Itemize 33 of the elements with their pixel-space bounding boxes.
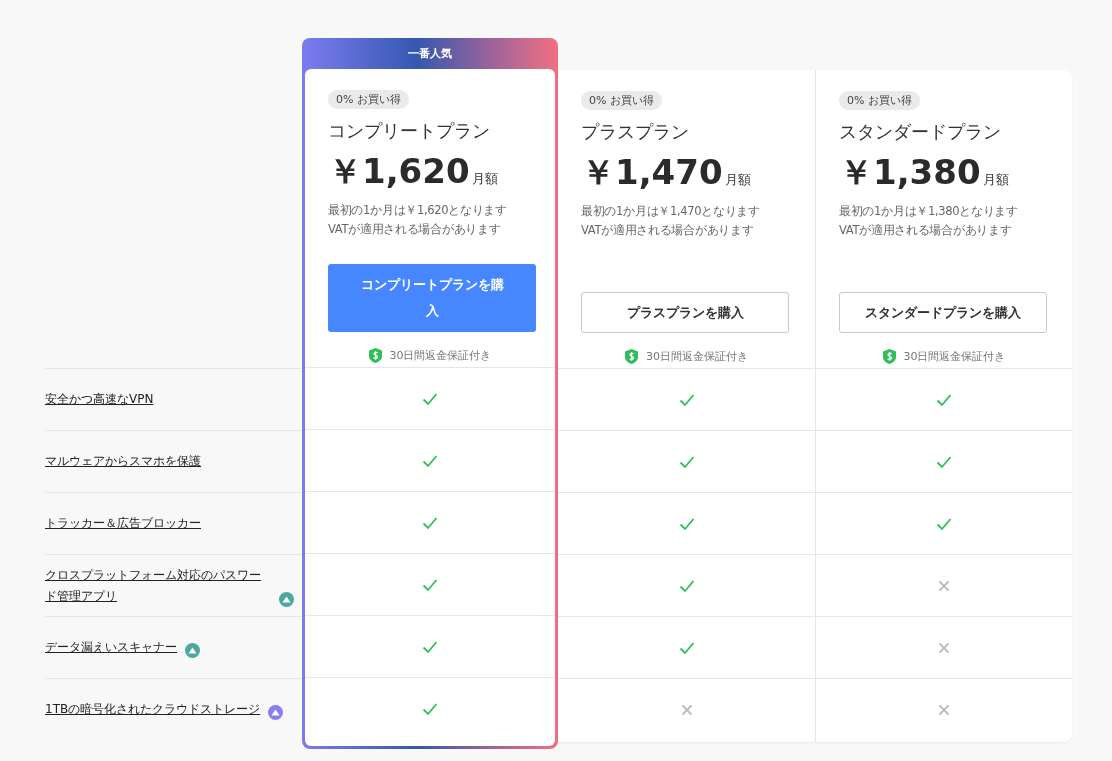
plan-price: ￥1,380 [839,151,981,194]
discount-badge: 0% お買い得 [581,91,662,110]
vat-note: VATが適用される場合があります [839,222,1012,239]
money-back-guarantee: 30日間返金保証付き [389,348,492,363]
feature-link[interactable]: 安全かつ高速なVPN [45,389,154,410]
shield-dollar-icon [625,349,638,364]
feature-link[interactable]: トラッカー＆広告ブロッカー [45,513,201,534]
plan-name: プラスプラン [581,120,689,144]
plan-price: ￥1,620 [328,150,470,193]
money-back-guarantee: 30日間返金保証付き [646,349,748,364]
plan-name: スタンダードプラン [839,120,1001,144]
price-period: 月額 [724,172,751,189]
popular-label: 一番人気 [407,46,453,62]
buy-plan-button[interactable]: プラスプランを購入 [581,292,789,333]
discount-badge: 0% お買い得 [328,90,409,109]
first-month-note: 最初の1か月は￥1,380となります [839,203,1018,220]
first-month-note: 最初の1か月は￥1,620となります [328,202,507,219]
plan-price: ￥1,470 [581,151,723,194]
buy-plan-button[interactable]: スタンダードプランを購入 [839,292,1047,333]
shield-dollar-icon [368,348,382,363]
vat-note: VATが適用される場合があります [328,221,501,238]
feature-link[interactable]: 1TBの暗号化されたクラウドストレージ [45,699,261,720]
price-period: 月額 [982,172,1009,189]
feature-link[interactable]: マルウェアからスマホを保護 [45,451,201,472]
discount-badge: 0% お買い得 [839,91,920,110]
feature-link[interactable]: クロスプラットフォーム対応のパスワード管理アプリ [45,564,271,607]
shield-dollar-icon [882,349,896,364]
feature-link[interactable]: データ漏えいスキャナー [45,637,177,658]
vat-note: VATが適用される場合があります [581,222,754,239]
price-period: 月額 [471,171,498,188]
first-month-note: 最初の1か月は￥1,470となります [581,203,760,220]
plan-name: コンプリートプラン [328,119,490,143]
money-back-guarantee: 30日間返金保証付き [903,349,1006,364]
